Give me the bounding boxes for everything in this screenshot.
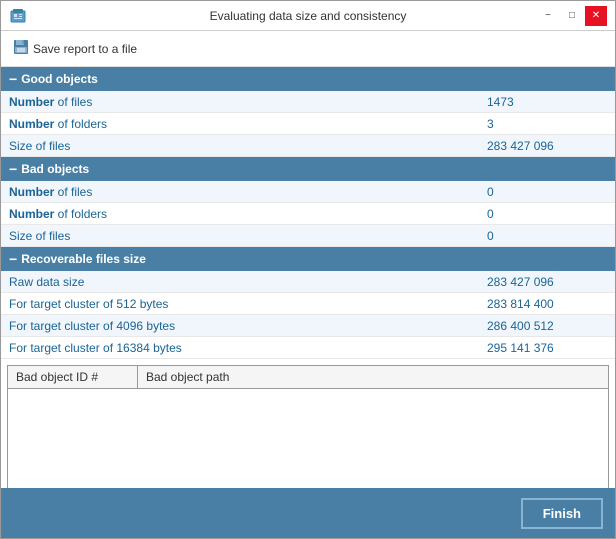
good-size-files-row: Size of files 283 427 096: [1, 135, 615, 157]
bad-num-folders-label: Number of folders: [9, 207, 487, 221]
cluster-4096-row: For target cluster of 4096 bytes 286 400…: [1, 315, 615, 337]
good-num-files-value: 1473: [487, 95, 607, 109]
save-icon: [13, 39, 29, 58]
app-icon: [9, 7, 27, 25]
title-bar-left: [9, 7, 27, 25]
save-label: Save report to a file: [33, 42, 137, 56]
bad-objects-header: − Bad objects: [1, 157, 615, 181]
maximize-button[interactable]: □: [561, 6, 583, 26]
bad-objects-table-body: [7, 389, 609, 488]
bad-objects-table-header: Bad object ID # Bad object path: [7, 365, 609, 389]
minimize-button[interactable]: −: [537, 6, 559, 26]
good-size-files-value: 283 427 096: [487, 139, 607, 153]
good-size-files-label: Size of files: [9, 139, 487, 153]
cluster-4096-label: For target cluster of 4096 bytes: [9, 319, 487, 333]
window-controls: − □ ✕: [537, 6, 607, 26]
cluster-16384-label: For target cluster of 16384 bytes: [9, 341, 487, 355]
main-window: Evaluating data size and consistency − □…: [0, 0, 616, 539]
content-area: − Good objects Number of files 1473 Numb…: [1, 67, 615, 488]
toolbar: Save report to a file: [1, 31, 615, 67]
cluster-512-label: For target cluster of 512 bytes: [9, 297, 487, 311]
good-num-files-row: Number of files 1473: [1, 91, 615, 113]
window-title: Evaluating data size and consistency: [210, 9, 407, 23]
recoverable-title: Recoverable files size: [21, 252, 146, 266]
raw-data-value: 283 427 096: [487, 275, 607, 289]
cluster-4096-value: 286 400 512: [487, 319, 607, 333]
collapse-recoverable-icon[interactable]: −: [9, 251, 17, 267]
bad-num-files-label: Number of files: [9, 185, 487, 199]
bad-num-folders-value: 0: [487, 207, 607, 221]
cluster-16384-value: 295 141 376: [487, 341, 607, 355]
bad-size-files-value: 0: [487, 229, 607, 243]
col-id-header: Bad object ID #: [8, 366, 138, 388]
save-report-button[interactable]: Save report to a file: [9, 37, 141, 60]
recoverable-header: − Recoverable files size: [1, 247, 615, 271]
collapse-bad-icon[interactable]: −: [9, 161, 17, 177]
raw-data-row: Raw data size 283 427 096: [1, 271, 615, 293]
bad-objects-title: Bad objects: [21, 162, 89, 176]
good-num-folders-value: 3: [487, 117, 607, 131]
bad-num-folders-row: Number of folders 0: [1, 203, 615, 225]
raw-data-label: Raw data size: [9, 275, 487, 289]
finish-button[interactable]: Finish: [521, 498, 603, 529]
good-objects-header: − Good objects: [1, 67, 615, 91]
title-bar: Evaluating data size and consistency − □…: [1, 1, 615, 31]
bad-num-files-value: 0: [487, 185, 607, 199]
bad-num-files-row: Number of files 0: [1, 181, 615, 203]
good-num-files-label: Number of files: [9, 95, 487, 109]
cluster-512-value: 283 814 400: [487, 297, 607, 311]
close-button[interactable]: ✕: [585, 6, 607, 26]
collapse-good-icon[interactable]: −: [9, 71, 17, 87]
col-path-header: Bad object path: [138, 366, 608, 388]
cluster-512-row: For target cluster of 512 bytes 283 814 …: [1, 293, 615, 315]
cluster-16384-row: For target cluster of 16384 bytes 295 14…: [1, 337, 615, 359]
good-objects-title: Good objects: [21, 72, 98, 86]
bad-size-files-label: Size of files: [9, 229, 487, 243]
footer: Finish: [1, 488, 615, 538]
good-num-folders-row: Number of folders 3: [1, 113, 615, 135]
good-num-folders-label: Number of folders: [9, 117, 487, 131]
bad-size-files-row: Size of files 0: [1, 225, 615, 247]
